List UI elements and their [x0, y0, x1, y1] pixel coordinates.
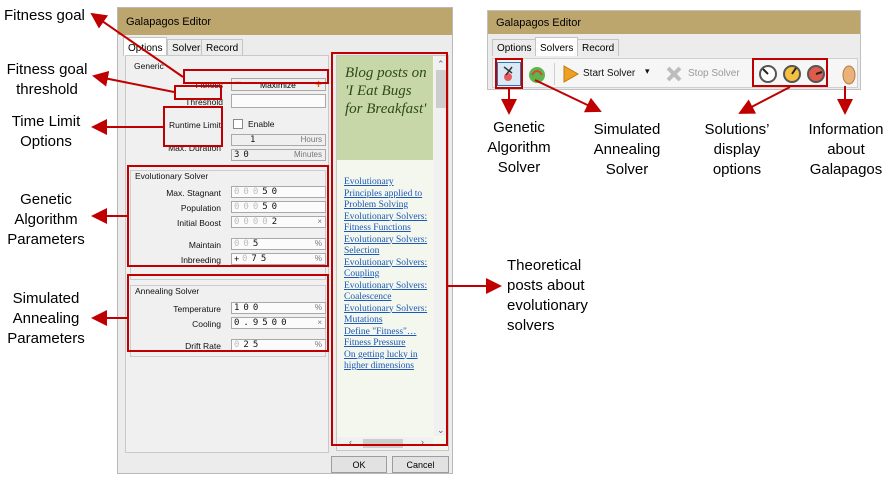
annotation-arrows [90, 12, 853, 326]
arrow-display-options [738, 86, 791, 114]
arrow-sa-solver [534, 79, 602, 113]
arrow-threshold [92, 70, 175, 93]
arrow-fitness-goal [90, 12, 184, 78]
